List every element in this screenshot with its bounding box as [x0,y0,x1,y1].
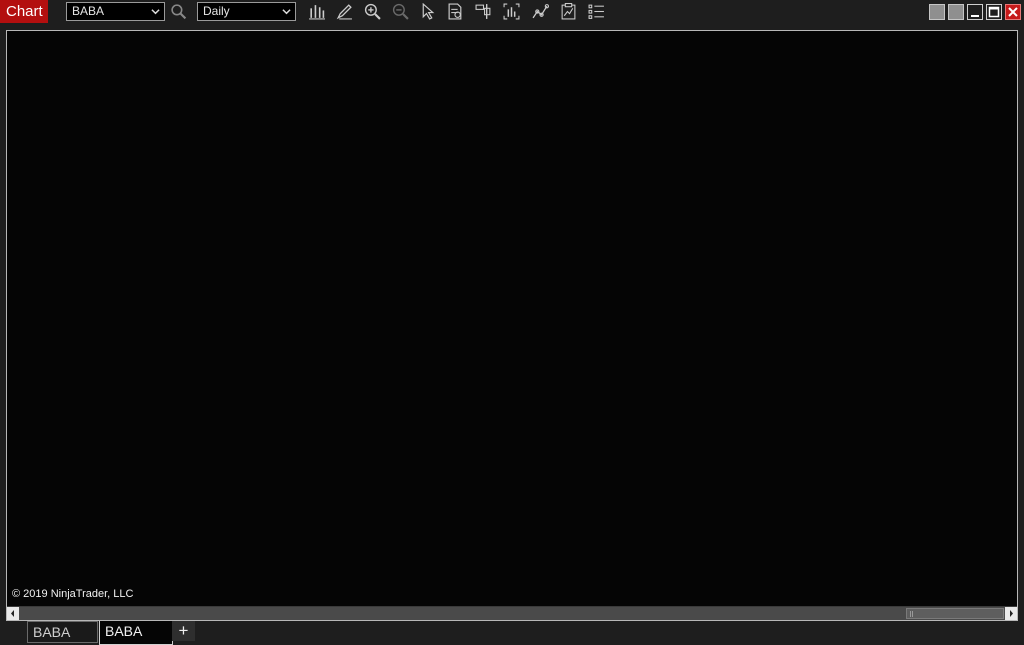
close-button[interactable] [1005,4,1021,20]
zoom-in-icon[interactable] [362,2,382,21]
arrow-left-icon [11,610,14,617]
templates-icon[interactable] [558,2,578,21]
interval-value: Daily [203,4,230,18]
drawing-tools-icon[interactable] [334,2,354,21]
copyright-notice: © 2019 NinjaTrader, LLC [12,588,134,600]
chart-trader-icon[interactable] [473,2,493,21]
data-box-icon[interactable] [445,2,465,21]
title-bar: Chart BABA Daily [0,0,1024,23]
zoom-out-icon[interactable] [390,2,410,21]
horizontal-scrollbar[interactable] [7,606,1017,620]
chart-panel[interactable]: © 2019 NinjaTrader, LLC [6,30,1018,621]
bar-chart-style-icon[interactable] [306,2,326,21]
instrument-selector[interactable]: BABA [66,2,165,21]
strategies-icon[interactable] [530,2,550,21]
tab-baba[interactable]: BABA [27,621,98,643]
arrow-right-icon [1010,610,1013,617]
bar-series-icon[interactable] [501,2,521,21]
scroll-right-button[interactable] [1005,607,1017,620]
scroll-left-button[interactable] [7,607,19,620]
maximize-icon [988,6,1000,18]
close-icon [1008,7,1018,17]
minimize-icon [971,15,979,17]
link-button[interactable] [948,4,964,20]
grip-icon [910,611,913,617]
pointer-icon[interactable] [417,2,437,21]
app-title[interactable]: Chart [0,0,48,23]
properties-list-icon[interactable] [586,2,606,21]
tab-baba-active[interactable]: BABA [99,621,173,645]
interval-selector[interactable]: Daily [197,2,296,21]
search-icon[interactable] [168,2,188,21]
instrument-value: BABA [72,4,105,18]
minimize-button[interactable] [967,4,983,20]
tile-button[interactable] [929,4,945,20]
chevron-down-icon [282,9,291,15]
add-tab-button[interactable]: + [172,621,195,641]
maximize-button[interactable] [986,4,1002,20]
chevron-down-icon [151,9,160,15]
scroll-thumb[interactable] [906,608,1004,619]
